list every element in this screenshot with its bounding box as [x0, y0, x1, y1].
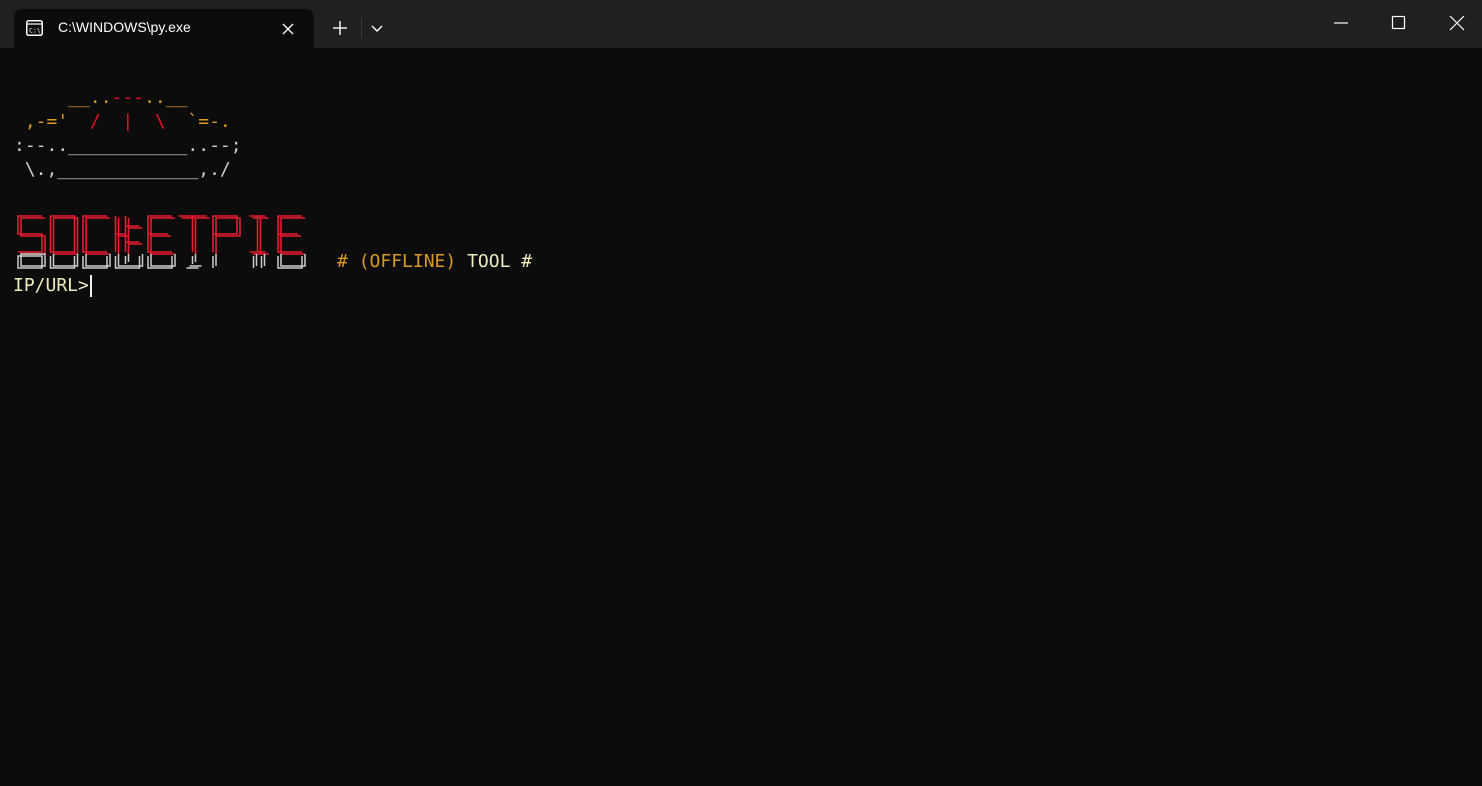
terminal-tab[interactable]: C:\ C:\WINDOWS\py.exe [14, 9, 314, 48]
pie-art-segment: ,-=' [14, 111, 90, 132]
logo-letter [49, 215, 79, 269]
pie-art-segment: / | \ [89, 111, 166, 132]
chevron-down-icon[interactable] [366, 14, 388, 42]
close-icon [1449, 15, 1465, 31]
command-prompt[interactable]: IP/URL> [13, 274, 92, 298]
logo-letter [212, 215, 241, 268]
tagline-hash: # [337, 251, 359, 272]
minimize-button[interactable] [1312, 0, 1370, 46]
terminal-window: C:\ C:\WINDOWS\py.exe __..---..__ ,-=' /… [0, 0, 1482, 786]
logo-letter [178, 215, 210, 269]
tab-close-icon[interactable] [278, 19, 298, 39]
pie-ascii-art: __..---..__ ,-=' / | \ `=-. :--.._______… [14, 86, 242, 182]
close-button[interactable] [1428, 0, 1482, 46]
logo-letter [82, 215, 111, 269]
socketpie-logo [17, 215, 306, 269]
terminal-icon: C:\ [26, 20, 43, 36]
logo-letter [147, 215, 176, 269]
pie-art-segment: --- [111, 87, 145, 108]
tagline-tool: TOOL # [467, 251, 533, 272]
title-bar[interactable]: C:\ C:\WINDOWS\py.exe [0, 0, 1482, 48]
text-cursor [89, 275, 92, 297]
tab-separator [361, 18, 362, 38]
maximize-button[interactable] [1370, 0, 1428, 46]
maximize-icon [1391, 15, 1406, 30]
tagline-offline: (OFFLINE) [358, 251, 468, 272]
pie-art-segment: __.. [14, 87, 112, 108]
tab-title: C:\WINDOWS\py.exe [58, 19, 191, 35]
terminal-output[interactable]: __..---..__ ,-=' / | \ `=-. :--.._______… [0, 48, 1482, 786]
pie-art-segment: ..__ [144, 87, 188, 108]
svg-text:C:\: C:\ [29, 27, 41, 35]
logo-letter [114, 216, 144, 269]
prompt-label: IP/URL> [13, 275, 89, 296]
logo-letter [277, 215, 306, 269]
logo-letter [249, 215, 269, 268]
logo-glyphs [17, 215, 306, 269]
tagline: # (OFFLINE) TOOL # [337, 250, 532, 274]
pie-art-segment: :--..___________..--; [14, 135, 242, 156]
logo-letter [17, 215, 46, 269]
pie-art-segment: \.,_____________,./ [14, 159, 231, 180]
pie-art-segment: `=-. [165, 111, 231, 132]
minimize-icon [1334, 22, 1348, 24]
new-tab-plus-icon[interactable] [326, 14, 354, 42]
